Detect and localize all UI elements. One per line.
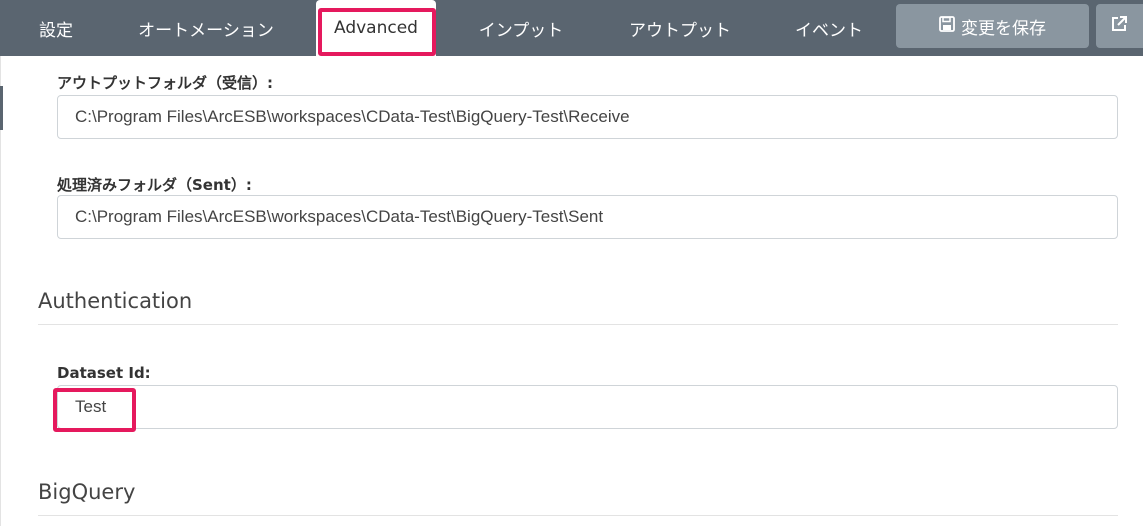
save-changes-label: 変更を保存 (961, 18, 1046, 39)
floppy-disk-icon (939, 15, 955, 37)
tab-events[interactable]: イベント (774, 0, 884, 56)
top-navigation-bar: 設定 オートメーション Advanced インプット アウトプット イベント 変… (0, 0, 1143, 56)
authentication-section-divider (38, 324, 1118, 325)
output-folder-input[interactable] (57, 95, 1118, 139)
sent-folder-input[interactable] (57, 195, 1118, 239)
sent-folder-label: 処理済みフォルダ（Sent）: (57, 176, 252, 194)
dataset-id-label: Dataset Id: (57, 364, 151, 382)
authentication-section-title: Authentication (38, 289, 193, 313)
dataset-id-input[interactable] (57, 385, 1118, 429)
tab-automation[interactable]: オートメーション (118, 0, 294, 56)
bigquery-section-divider (38, 515, 1118, 516)
tab-input[interactable]: インプット (456, 0, 586, 56)
left-scroll-indicator (0, 86, 3, 130)
tab-output[interactable]: アウトプット (606, 0, 754, 56)
bigquery-section-title: BigQuery (38, 480, 136, 504)
external-link-icon (1110, 15, 1128, 37)
save-changes-button[interactable]: 変更を保存 (896, 4, 1089, 48)
open-external-button[interactable] (1096, 4, 1143, 48)
output-folder-label: アウトプットフォルダ（受信）: (57, 74, 274, 92)
tab-advanced[interactable]: Advanced (316, 0, 436, 56)
tab-settings[interactable]: 設定 (22, 0, 90, 56)
